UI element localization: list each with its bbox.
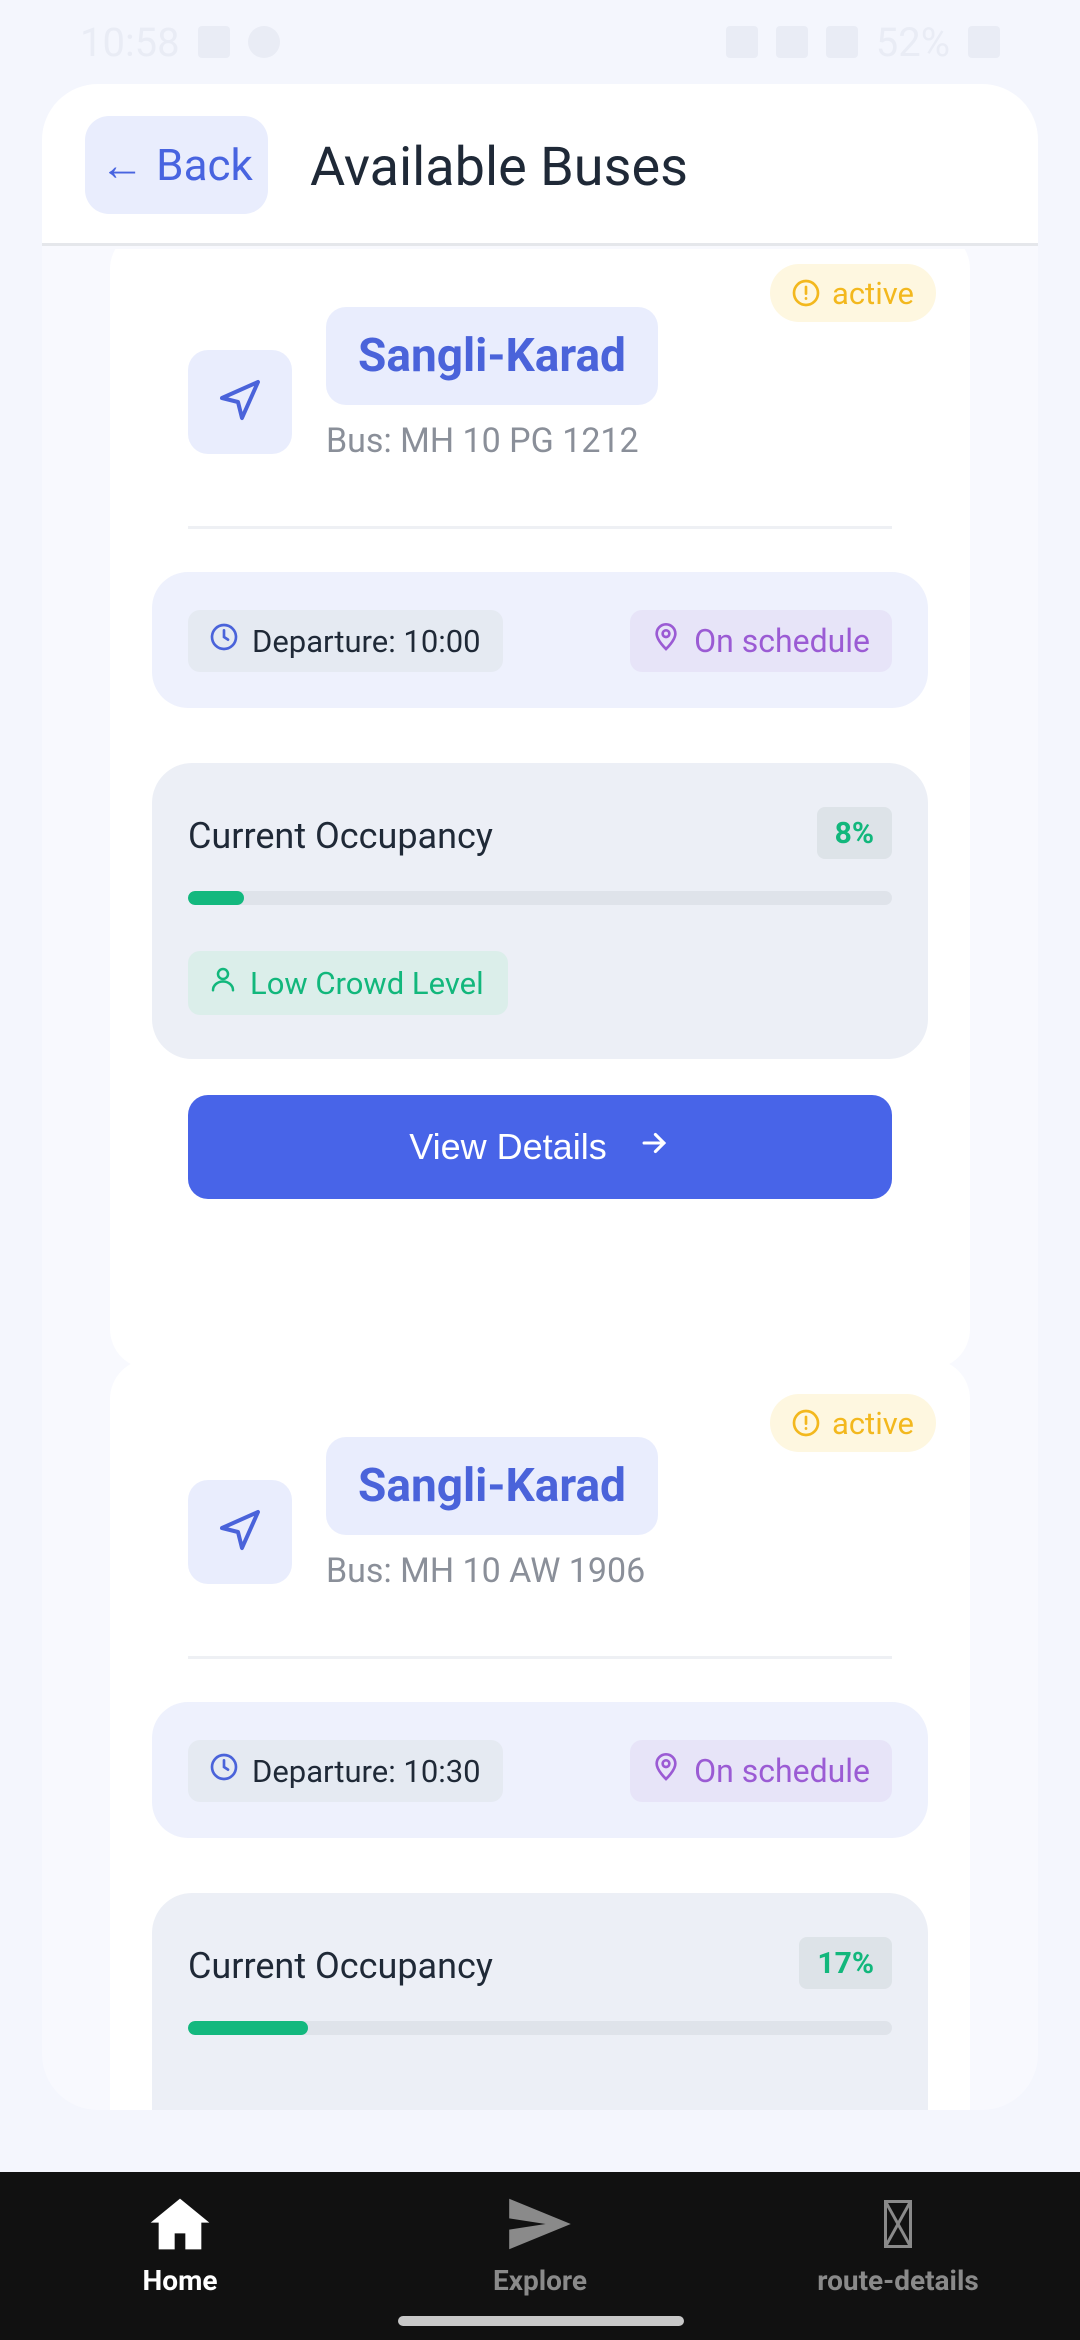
departure-chip: Departure: 10:00 bbox=[188, 610, 503, 672]
navigation-icon-box bbox=[188, 1480, 292, 1584]
map-pin-icon bbox=[650, 1751, 682, 1791]
departure-time: Departure: 10:00 bbox=[252, 622, 481, 660]
schedule-status-chip: On schedule bbox=[630, 610, 892, 672]
status-label: active bbox=[831, 274, 914, 312]
clock-icon bbox=[208, 1751, 240, 1791]
nav-explore[interactable]: Explore bbox=[390, 2196, 690, 2297]
back-button[interactable]: ← Back bbox=[85, 116, 268, 214]
route-name: Sangli-Karad bbox=[326, 307, 658, 405]
page-title: Available Buses bbox=[310, 136, 688, 199]
bottom-navigation: Home Explore route-details bbox=[0, 2172, 1080, 2340]
departure-time: Departure: 10:30 bbox=[252, 1752, 481, 1790]
bus-list[interactable]: active Sangli-Karad Bus: MH 10 PG 1212 D… bbox=[42, 249, 1038, 2110]
arrow-right-icon bbox=[637, 1126, 671, 1169]
alarm-icon bbox=[725, 26, 758, 58]
app-header: ← Back Available Buses bbox=[42, 84, 1038, 246]
home-indicator[interactable] bbox=[398, 2316, 684, 2326]
status-bar: 10:58 52% bbox=[0, 0, 1080, 84]
nav-route-details[interactable]: route-details bbox=[748, 2196, 1048, 2297]
occupancy-panel: Current Occupancy 17% bbox=[152, 1893, 928, 2110]
battery-icon bbox=[968, 26, 1000, 58]
occupancy-progress-bar bbox=[188, 891, 892, 905]
bus-card: active Sangli-Karad Bus: MH 10 PG 1212 D… bbox=[110, 249, 970, 1369]
occupancy-progress-fill bbox=[188, 891, 245, 905]
send-icon bbox=[506, 2196, 574, 2256]
nav-route-details-label: route-details bbox=[817, 2264, 979, 2297]
occupancy-progress-fill bbox=[188, 2021, 308, 2035]
signal-icon bbox=[825, 26, 858, 58]
occupancy-progress-bar bbox=[188, 2021, 892, 2035]
occupancy-panel: Current Occupancy 8% Low Crowd Level bbox=[152, 763, 928, 1059]
nav-home-label: Home bbox=[142, 2264, 218, 2297]
bus-number: Bus: MH 10 PG 1212 bbox=[326, 421, 639, 461]
schedule-panel: Departure: 10:30 On schedule bbox=[152, 1702, 928, 1838]
navigation-arrow-icon bbox=[216, 1506, 264, 1558]
bus-number: Bus: MH 10 AW 1906 bbox=[326, 1551, 646, 1591]
missing-icon bbox=[883, 2196, 913, 2256]
alert-circle-icon bbox=[790, 1407, 822, 1439]
home-icon bbox=[148, 2196, 212, 2256]
app-notification-icon bbox=[247, 26, 280, 58]
departure-chip: Departure: 10:30 bbox=[188, 1740, 503, 1802]
view-details-button[interactable]: View Details bbox=[188, 1095, 892, 1199]
status-time: 10:58 bbox=[80, 18, 180, 66]
navigation-icon-box bbox=[188, 350, 292, 454]
navigation-arrow-icon bbox=[216, 376, 264, 428]
route-name: Sangli-Karad bbox=[326, 1437, 658, 1535]
schedule-status: On schedule bbox=[694, 1752, 870, 1790]
bus-card: active Sangli-Karad Bus: MH 10 AW 1906 D… bbox=[110, 1359, 970, 2110]
status-badge: active bbox=[769, 264, 936, 322]
image-notification-icon bbox=[197, 26, 230, 58]
user-icon bbox=[208, 964, 238, 1002]
clock-icon bbox=[208, 621, 240, 661]
schedule-status-chip: On schedule bbox=[630, 1740, 892, 1802]
crowd-level: Low Crowd Level bbox=[250, 964, 484, 1002]
nav-home[interactable]: Home bbox=[30, 2196, 330, 2297]
divider bbox=[188, 526, 892, 529]
schedule-status: On schedule bbox=[694, 622, 870, 660]
main-container: ← Back Available Buses active Sangli-Kar… bbox=[42, 84, 1038, 2110]
occupancy-label: Current Occupancy bbox=[188, 815, 493, 857]
battery-percent: 52% bbox=[875, 18, 950, 66]
alert-circle-icon bbox=[790, 277, 822, 309]
occupancy-percent: 17% bbox=[799, 1937, 892, 1989]
view-details-label: View Details bbox=[409, 1126, 607, 1167]
occupancy-label: Current Occupancy bbox=[188, 1945, 493, 1987]
divider bbox=[188, 1656, 892, 1659]
occupancy-percent: 8% bbox=[816, 807, 892, 859]
arrow-left-icon: ← bbox=[100, 139, 145, 191]
status-badge: active bbox=[769, 1394, 936, 1452]
map-pin-icon bbox=[650, 621, 682, 661]
crowd-level-chip: Low Crowd Level bbox=[188, 951, 508, 1015]
nav-explore-label: Explore bbox=[492, 2264, 588, 2297]
status-label: active bbox=[831, 1404, 914, 1442]
wifi-icon bbox=[775, 26, 808, 58]
back-label: Back bbox=[156, 139, 253, 191]
schedule-panel: Departure: 10:00 On schedule bbox=[152, 572, 928, 708]
